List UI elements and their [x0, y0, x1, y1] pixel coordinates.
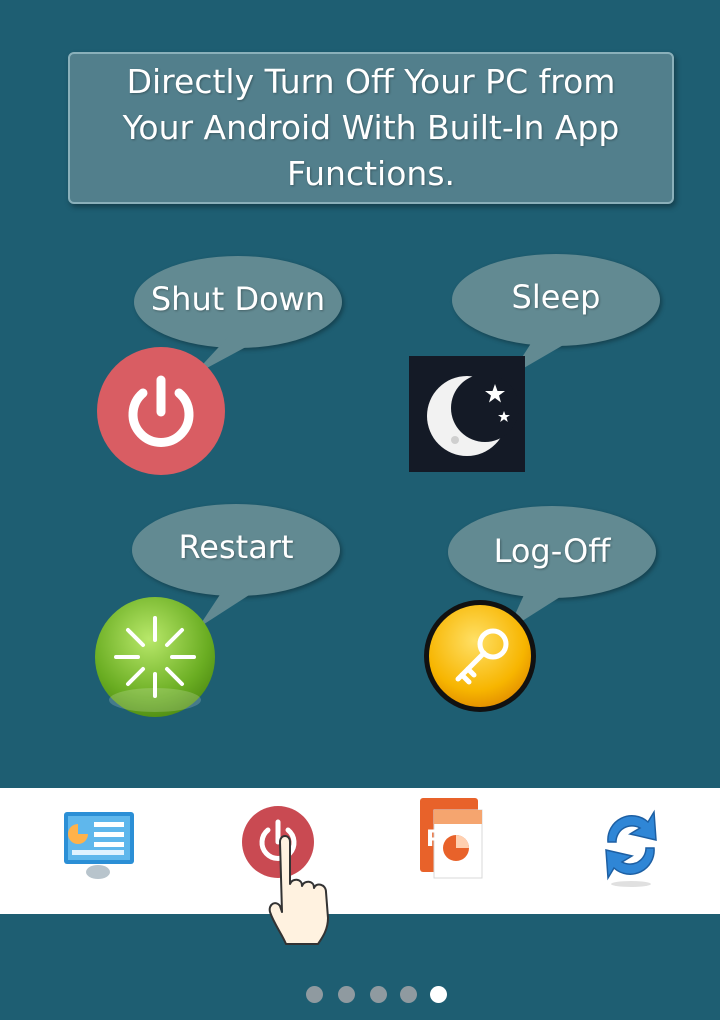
power-icon: [97, 347, 225, 475]
nav-refresh[interactable]: [598, 798, 664, 888]
tap-hand-icon: [268, 835, 329, 945]
logoff-label: Log-Off: [493, 532, 611, 570]
page-dot[interactable]: [370, 986, 387, 1003]
svg-text:P: P: [426, 827, 442, 852]
page-dot[interactable]: [306, 986, 323, 1003]
nav-powerpoint[interactable]: P: [418, 796, 488, 884]
key-icon: [424, 600, 536, 712]
sleep-label: Sleep: [511, 278, 601, 316]
refresh-icon: [605, 809, 657, 887]
shutdown-button[interactable]: [96, 346, 226, 476]
title-text: Directly Turn Off Your PC from Your Andr…: [122, 62, 620, 193]
page-indicator: [0, 986, 720, 1004]
restart-label: Restart: [178, 528, 294, 566]
bottom-nav-bar: P: [0, 788, 720, 945]
logoff-button[interactable]: [422, 598, 538, 714]
nav-remote-desktop[interactable]: [62, 810, 138, 880]
powerpoint-icon: P: [420, 798, 483, 879]
page-dot[interactable]: [400, 986, 417, 1003]
remote-desktop-icon: [64, 812, 134, 879]
shutdown-label: Shut Down: [150, 280, 326, 318]
page-dot-active[interactable]: [430, 986, 447, 1003]
page-dot[interactable]: [338, 986, 355, 1003]
nav-power[interactable]: [240, 802, 360, 945]
restart-burst-icon: [95, 597, 215, 717]
restart-button[interactable]: [94, 596, 216, 718]
sleep-button[interactable]: [409, 356, 525, 472]
moon-stars-icon: [409, 356, 525, 472]
title-banner: Directly Turn Off Your PC from Your Andr…: [68, 52, 674, 204]
